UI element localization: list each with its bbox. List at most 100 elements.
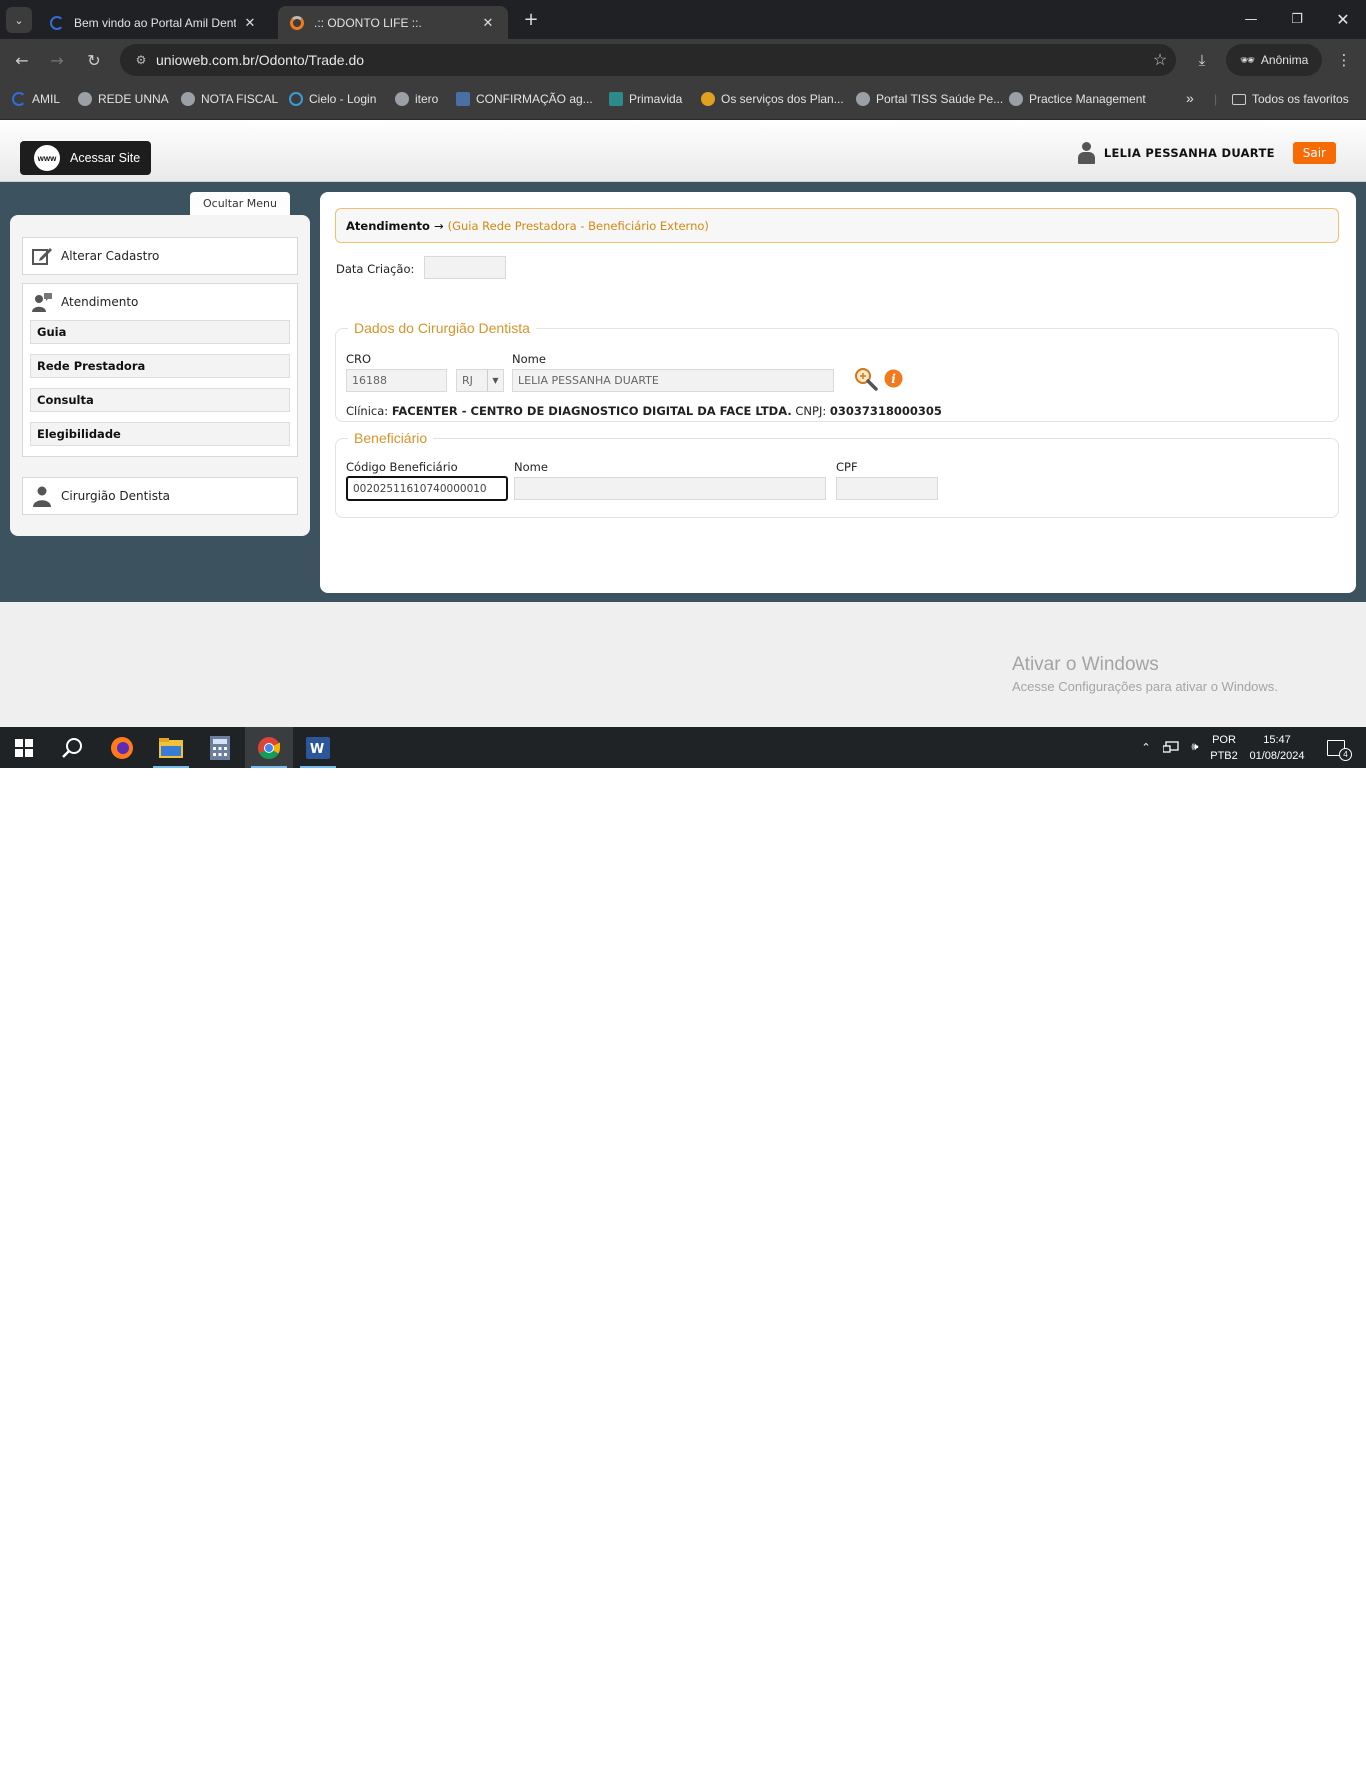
url-text[interactable]: unioweb.com.br/Odonto/Trade.do	[156, 52, 1144, 68]
bookmark-rede-unna[interactable]: REDE UNNA	[78, 92, 169, 106]
search-button[interactable]	[48, 727, 96, 768]
address-bar[interactable]: ⚙ unioweb.com.br/Odonto/Trade.do ☆	[120, 44, 1176, 76]
atendimento-submenu: Guia Rede Prestadora Consulta Elegibilid…	[30, 320, 290, 446]
acessar-site-button[interactable]: www Acessar Site	[20, 141, 151, 175]
tab-odonto-life[interactable]: .:: ODONTO LIFE ::. ✕	[278, 6, 508, 39]
windows-activation-subtitle: Acesse Configurações para ativar o Windo…	[1012, 679, 1278, 694]
reload-button[interactable]: ↻	[82, 48, 106, 72]
clinica-label: Clínica:	[346, 404, 389, 418]
atendimento-header[interactable]: Atendimento	[23, 284, 297, 320]
bookmark-label: Practice Management	[1029, 92, 1146, 106]
nome-dentista-field[interactable]: LELIA PESSANHA DUARTE	[512, 369, 834, 392]
clock-time: 15:47	[1263, 733, 1291, 746]
folder-icon	[1232, 93, 1246, 105]
chrome-app[interactable]	[245, 727, 293, 768]
restore-button[interactable]: ❐	[1274, 0, 1320, 39]
tab-search-button[interactable]: ⌄	[6, 7, 32, 33]
codigo-beneficiario-field[interactable]: 00202511610740000010	[346, 476, 508, 501]
search-zoom-icon[interactable]	[853, 366, 879, 392]
forward-button[interactable]: →	[45, 48, 69, 72]
bookmark-confirmacao[interactable]: CONFIRMAÇÃO ag...	[456, 92, 593, 106]
network-icon[interactable]	[1160, 727, 1182, 768]
bookmark-cielo[interactable]: Cielo - Login	[289, 92, 376, 106]
globe-icon	[78, 92, 92, 106]
cpf-field[interactable]	[836, 477, 938, 500]
close-tab-icon[interactable]: ✕	[480, 15, 496, 31]
notification-count: 4	[1339, 747, 1352, 761]
uf-select[interactable]: RJ ▼	[456, 369, 504, 392]
dentist-icon	[33, 486, 51, 507]
nome-dentista-label: Nome	[512, 352, 546, 366]
web-page: www Acessar Site LELIA PESSANHA DUARTE S…	[0, 120, 1366, 727]
bookmark-primavida[interactable]: Primavida	[609, 92, 682, 106]
language-indicator[interactable]: POR PTB2	[1208, 727, 1240, 768]
more-bookmarks-icon[interactable]: »	[1186, 90, 1194, 106]
volume-icon[interactable]: 🕪	[1184, 727, 1206, 768]
chevron-down-icon[interactable]: ▼	[487, 370, 503, 391]
amil-bookmark-icon	[12, 92, 26, 106]
firefox-app[interactable]	[98, 727, 146, 768]
codigo-beneficiario-label: Código Beneficiário	[346, 460, 458, 474]
dentista-fieldset: Dados do Cirurgião Dentista CRO 16188 RJ…	[335, 320, 1339, 422]
bookmark-label: Cielo - Login	[309, 92, 377, 106]
back-button[interactable]: ←	[10, 48, 34, 72]
clock[interactable]: 15:47 01/08/2024	[1242, 727, 1312, 768]
bookmark-servicos-planos[interactable]: Os serviços dos Plan...	[701, 92, 844, 106]
cro-label: CRO	[346, 352, 372, 366]
logout-button[interactable]: Sair	[1292, 142, 1336, 164]
chrome-icon	[258, 736, 280, 759]
calculator-app[interactable]	[196, 727, 244, 768]
all-bookmarks-folder[interactable]: Todos os favoritos	[1232, 92, 1349, 106]
word-app[interactable]: W	[294, 727, 342, 768]
tray-overflow-icon[interactable]: ⌃	[1136, 727, 1156, 768]
file-explorer-app[interactable]	[147, 727, 195, 768]
bookmark-portal-tiss[interactable]: Portal TISS Saúde Pe...	[856, 92, 1003, 106]
nome-beneficiario-field[interactable]	[514, 477, 826, 500]
dentista-legend: Dados do Cirurgião Dentista	[354, 320, 530, 336]
breadcrumb-arrow: →	[433, 218, 444, 233]
primavida-icon	[609, 92, 623, 106]
download-icon[interactable]: ⤓	[1190, 48, 1214, 72]
close-tab-icon[interactable]: ✕	[242, 15, 258, 31]
beneficiario-fieldset: Beneficiário Código Beneficiário 0020251…	[335, 430, 1339, 518]
confirmacao-icon	[456, 92, 470, 106]
data-criacao-field[interactable]	[424, 256, 506, 279]
submenu-rede-prestadora[interactable]: Rede Prestadora	[30, 354, 290, 378]
bookmark-label: CONFIRMAÇÃO ag...	[476, 92, 593, 106]
close-window-button[interactable]: ✕	[1320, 0, 1366, 39]
page-body: Ocultar Menu Alterar Cadastro Atendiment…	[0, 182, 1366, 602]
lang-top: POR	[1212, 733, 1236, 746]
submenu-consulta[interactable]: Consulta	[30, 388, 290, 412]
bookmark-label: Portal TISS Saúde Pe...	[876, 92, 1004, 106]
submenu-elegibilidade[interactable]: Elegibilidade	[30, 422, 290, 446]
calculator-icon	[210, 735, 230, 760]
bookmark-amil[interactable]: AMIL	[12, 92, 60, 106]
incognito-icon: 🕶	[1239, 53, 1255, 67]
start-button[interactable]	[0, 727, 48, 768]
menu-cirurgiao-dentista[interactable]: Cirurgião Dentista	[22, 477, 298, 515]
browser-menu-icon[interactable]: ⋮	[1332, 48, 1356, 72]
breadcrumb: Atendimento → (Guia Rede Prestadora - Be…	[335, 208, 1339, 243]
bookmark-label: itero	[415, 92, 439, 106]
bookmark-practice-management[interactable]: Practice Management	[1009, 92, 1146, 106]
globe-icon	[1009, 92, 1023, 106]
submenu-guia[interactable]: Guia	[30, 320, 290, 344]
bookmark-nota-fiscal[interactable]: NOTA FISCAL	[181, 92, 278, 106]
new-tab-button[interactable]: +	[520, 8, 542, 30]
tab-amil-dental[interactable]: Bem vindo ao Portal Amil Dental ✕	[38, 6, 270, 39]
windows-logo-icon	[15, 738, 33, 757]
info-icon[interactable]: i	[884, 369, 903, 388]
user-area: LELIA PESSANHA DUARTE Sair	[1077, 142, 1336, 164]
site-info-icon[interactable]: ⚙	[126, 53, 156, 67]
notification-center[interactable]: 4	[1318, 727, 1354, 768]
minimize-button[interactable]: —	[1228, 0, 1274, 39]
user-name: LELIA PESSANHA DUARTE	[1103, 146, 1275, 160]
tab-title: Bem vindo ao Portal Amil Dental	[74, 15, 236, 30]
bookmark-itero[interactable]: itero	[395, 92, 438, 106]
cro-field[interactable]: 16188	[346, 369, 447, 392]
menu-alterar-cadastro[interactable]: Alterar Cadastro	[22, 237, 298, 275]
bookmark-star-icon[interactable]: ☆	[1144, 50, 1176, 70]
hide-menu-tab[interactable]: Ocultar Menu	[190, 192, 290, 215]
incognito-indicator[interactable]: 🕶 Anônima	[1226, 44, 1322, 76]
windows-taskbar: W ⌃ 🕪 POR PTB2 15:47 01/08/2024 4	[0, 727, 1366, 768]
